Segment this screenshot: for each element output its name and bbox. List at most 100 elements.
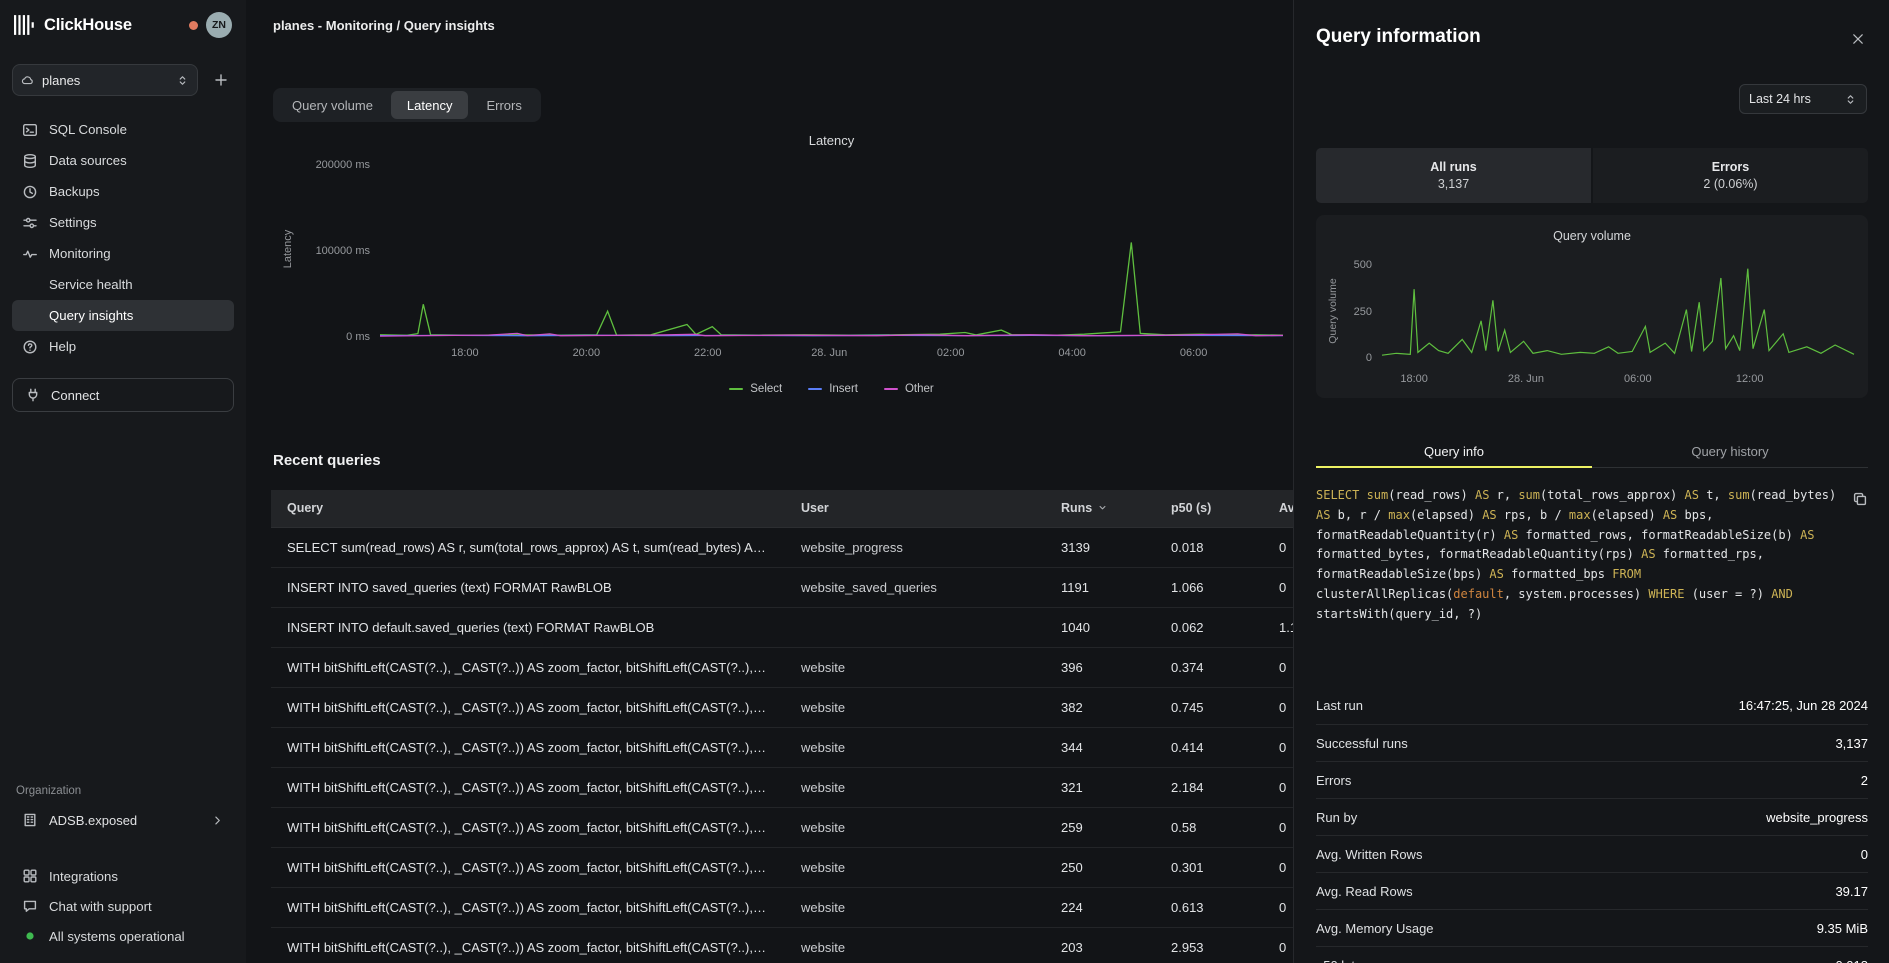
tab-query-info[interactable]: Query info [1316,435,1592,467]
sidebar-item-service-health[interactable]: Service health [12,269,234,300]
latency-plot[interactable] [380,165,1283,337]
table-row[interactable]: WITH bitShiftLeft(CAST(?..), _CAST(?..))… [271,887,1293,927]
table-row[interactable]: WITH bitShiftLeft(CAST(?..), _CAST(?..))… [271,687,1293,727]
table-row[interactable]: WITH bitShiftLeft(CAST(?..), _CAST(?..))… [271,727,1293,767]
detail-label: Avg. Read Rows [1316,884,1413,899]
tab-latency[interactable]: Latency [391,91,469,119]
sidebar-item-integrations[interactable]: Integrations [12,861,234,891]
y-tick-label: 500 [1354,259,1372,271]
detail-value: 2 [1861,773,1868,788]
copy-query-button[interactable] [1849,488,1871,510]
y-tick-label: 100000 ms [316,245,370,257]
table-row[interactable]: INSERT INTO default.saved_queries (text)… [271,607,1293,647]
sidebar-item-monitoring[interactable]: Monitoring [12,238,234,269]
terminal-icon [22,122,38,138]
cell-query: WITH bitShiftLeft(CAST(?..), _CAST(?..))… [271,727,785,767]
legend-item-select[interactable]: Select [729,383,782,395]
table-row[interactable]: WITH bitShiftLeft(CAST(?..), _CAST(?..))… [271,647,1293,687]
table-row[interactable]: SELECT sum(read_rows) AS r, sum(total_ro… [271,527,1293,567]
cell-user: website_saved_queries [785,567,1045,607]
avatar[interactable]: ZN [206,12,232,38]
connect-icon [25,387,41,403]
y-tick-label: 0 [1366,352,1372,364]
tab-query-volume[interactable]: Query volume [276,91,389,119]
detail-row-errors: Errors2 [1316,761,1868,798]
chart-title: Query volume [1316,229,1868,243]
cell-p50: 0.745 [1155,687,1263,727]
table-row[interactable]: WITH bitShiftLeft(CAST(?..), _CAST(?..))… [271,807,1293,847]
y-axis-ticks: 5002500 [1316,265,1372,358]
column-header-query[interactable]: Query [271,490,785,527]
column-header-user[interactable]: User [785,490,1045,527]
detail-row-avg-read-rows: Avg. Read Rows39.17 [1316,872,1868,909]
sidebar-item-all-systems-operational[interactable]: All systems operational [12,921,234,951]
sidebar-item-organization[interactable]: ADSB.exposed [12,805,234,835]
stat-label: Errors [1712,160,1750,174]
sidebar-item-backups[interactable]: Backups [12,176,234,207]
time-range-select[interactable]: Last 24 hrs [1739,84,1867,114]
organization-label: Organization [12,785,234,797]
detail-value: 16:47:25, Jun 28 2024 [1739,698,1868,713]
notification-dot[interactable] [189,21,198,30]
tab-query-history[interactable]: Query history [1592,435,1868,467]
legend-label: Select [750,383,782,395]
detail-value: 0.018 [1835,958,1868,963]
cell-runs: 1040 [1045,607,1155,647]
sidebar-item-label: Data sources [49,153,127,168]
detail-value: 9.35 MiB [1817,921,1868,936]
x-axis-ticks: 18:0028. Jun06:0012:00 [1382,373,1854,387]
stat-tab-all-runs[interactable]: All runs3,137 [1316,148,1591,203]
table-row[interactable]: WITH bitShiftLeft(CAST(?..), _CAST(?..))… [271,847,1293,887]
column-header-p50-s[interactable]: p50 (s) [1155,490,1263,527]
sidebar-item-settings[interactable]: Settings [12,207,234,238]
cell-avg: 0 [1263,847,1293,887]
close-panel-button[interactable] [1845,26,1871,52]
sidebar-item-label: All systems operational [49,929,185,944]
sidebar-item-query-insights[interactable]: Query insights [12,300,234,331]
sidebar-item-chat-with-support[interactable]: Chat with support [12,891,234,921]
statusdot-icon [22,928,38,944]
chart-title: Latency [380,133,1283,148]
cell-p50: 0.301 [1155,847,1263,887]
table-row[interactable]: WITH bitShiftLeft(CAST(?..), _CAST(?..))… [271,927,1293,963]
cell-user: website [785,927,1045,963]
sidebar-item-help[interactable]: Help [12,331,234,362]
table-row[interactable]: WITH bitShiftLeft(CAST(?..), _CAST(?..))… [271,767,1293,807]
chevron-right-icon [211,814,224,827]
cell-user: website [785,647,1045,687]
cell-p50: 1.066 [1155,567,1263,607]
add-service-button[interactable] [208,67,234,93]
sidebar-item-label: Monitoring [49,246,111,261]
connect-button[interactable]: Connect [12,378,234,412]
detail-value: 0 [1861,847,1868,862]
cell-query: INSERT INTO saved_queries (text) FORMAT … [271,567,785,607]
sql-query-text[interactable]: SELECT sum(read_rows) AS r, sum(total_ro… [1316,486,1868,625]
table-row[interactable]: INSERT INTO saved_queries (text) FORMAT … [271,567,1293,607]
cell-query: WITH bitShiftLeft(CAST(?..), _CAST(?..))… [271,687,785,727]
clickhouse-logo-icon[interactable] [14,15,36,35]
sidebar-item-sql-console[interactable]: SQL Console [12,114,234,145]
detail-row-successful-runs: Successful runs3,137 [1316,724,1868,761]
metric-tabs: Query volumeLatencyErrors [273,88,541,122]
time-range-value: Last 24 hrs [1749,92,1811,106]
cell-avg: 1.15 [1263,607,1293,647]
tab-errors[interactable]: Errors [470,91,537,119]
x-tick-label: 22:00 [694,347,722,359]
column-header-avg[interactable]: Avg [1263,490,1293,527]
cell-query: WITH bitShiftLeft(CAST(?..), _CAST(?..))… [271,767,785,807]
legend-item-insert[interactable]: Insert [808,383,858,395]
x-tick-label: 18:00 [1400,373,1428,385]
legend-item-other[interactable]: Other [884,383,934,395]
legend-swatch [884,388,898,390]
cell-user: website [785,887,1045,927]
query-volume-plot[interactable] [1382,265,1854,358]
service-selector[interactable]: planes [12,64,198,96]
column-header-runs[interactable]: Runs [1045,490,1155,527]
sidebar-item-data-sources[interactable]: Data sources [12,145,234,176]
stat-tab-errors[interactable]: Errors2 (0.06%) [1593,148,1868,203]
x-tick-label: 06:00 [1624,373,1652,385]
close-icon [1851,32,1865,46]
sidebar-item-label: Service health [49,277,133,292]
panel-tabs: Query infoQuery history [1316,435,1868,468]
cell-runs: 3139 [1045,527,1155,567]
